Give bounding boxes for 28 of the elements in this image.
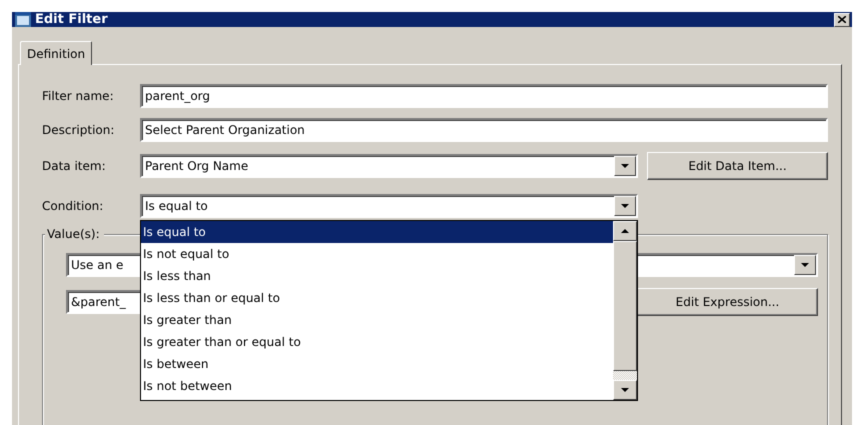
tab[interactable]: Definition [20, 41, 92, 65]
scroll-down-button[interactable] [613, 380, 637, 400]
dropdown-option[interactable]: Is equal to [141, 221, 613, 243]
dropdown-button[interactable] [614, 196, 636, 216]
combo-box[interactable]: Is equal to [140, 194, 638, 218]
edit-data-item-button[interactable]: Edit Data Item... [647, 152, 828, 180]
field-label: Filter name: [42, 89, 115, 103]
caret-icon [621, 204, 629, 208]
caret-icon [801, 263, 809, 267]
window-icon [15, 12, 31, 27]
field-label: Condition: [42, 199, 104, 213]
caret-icon [621, 229, 629, 233]
caret-icon [621, 388, 629, 392]
scroll-bar[interactable] [613, 221, 637, 400]
scroll-up-button[interactable] [613, 221, 637, 241]
window-title: Edit Filter [35, 12, 109, 27]
dropdown-button[interactable] [614, 156, 636, 176]
edit-expression-button[interactable]: Edit Expression... [637, 288, 818, 316]
dropdown-button[interactable] [794, 255, 816, 275]
input-field[interactable]: parent_org [140, 84, 828, 108]
field-label: Description: [42, 123, 116, 137]
caret-icon [621, 164, 629, 168]
group-label: Value(s): [45, 227, 104, 241]
close-button[interactable] [834, 12, 850, 26]
input-field[interactable]: Select Parent Organization [140, 118, 828, 142]
field-label: Data item: [42, 159, 107, 173]
combo-box[interactable]: Parent Org Name [140, 154, 638, 178]
close-icon [838, 16, 846, 23]
